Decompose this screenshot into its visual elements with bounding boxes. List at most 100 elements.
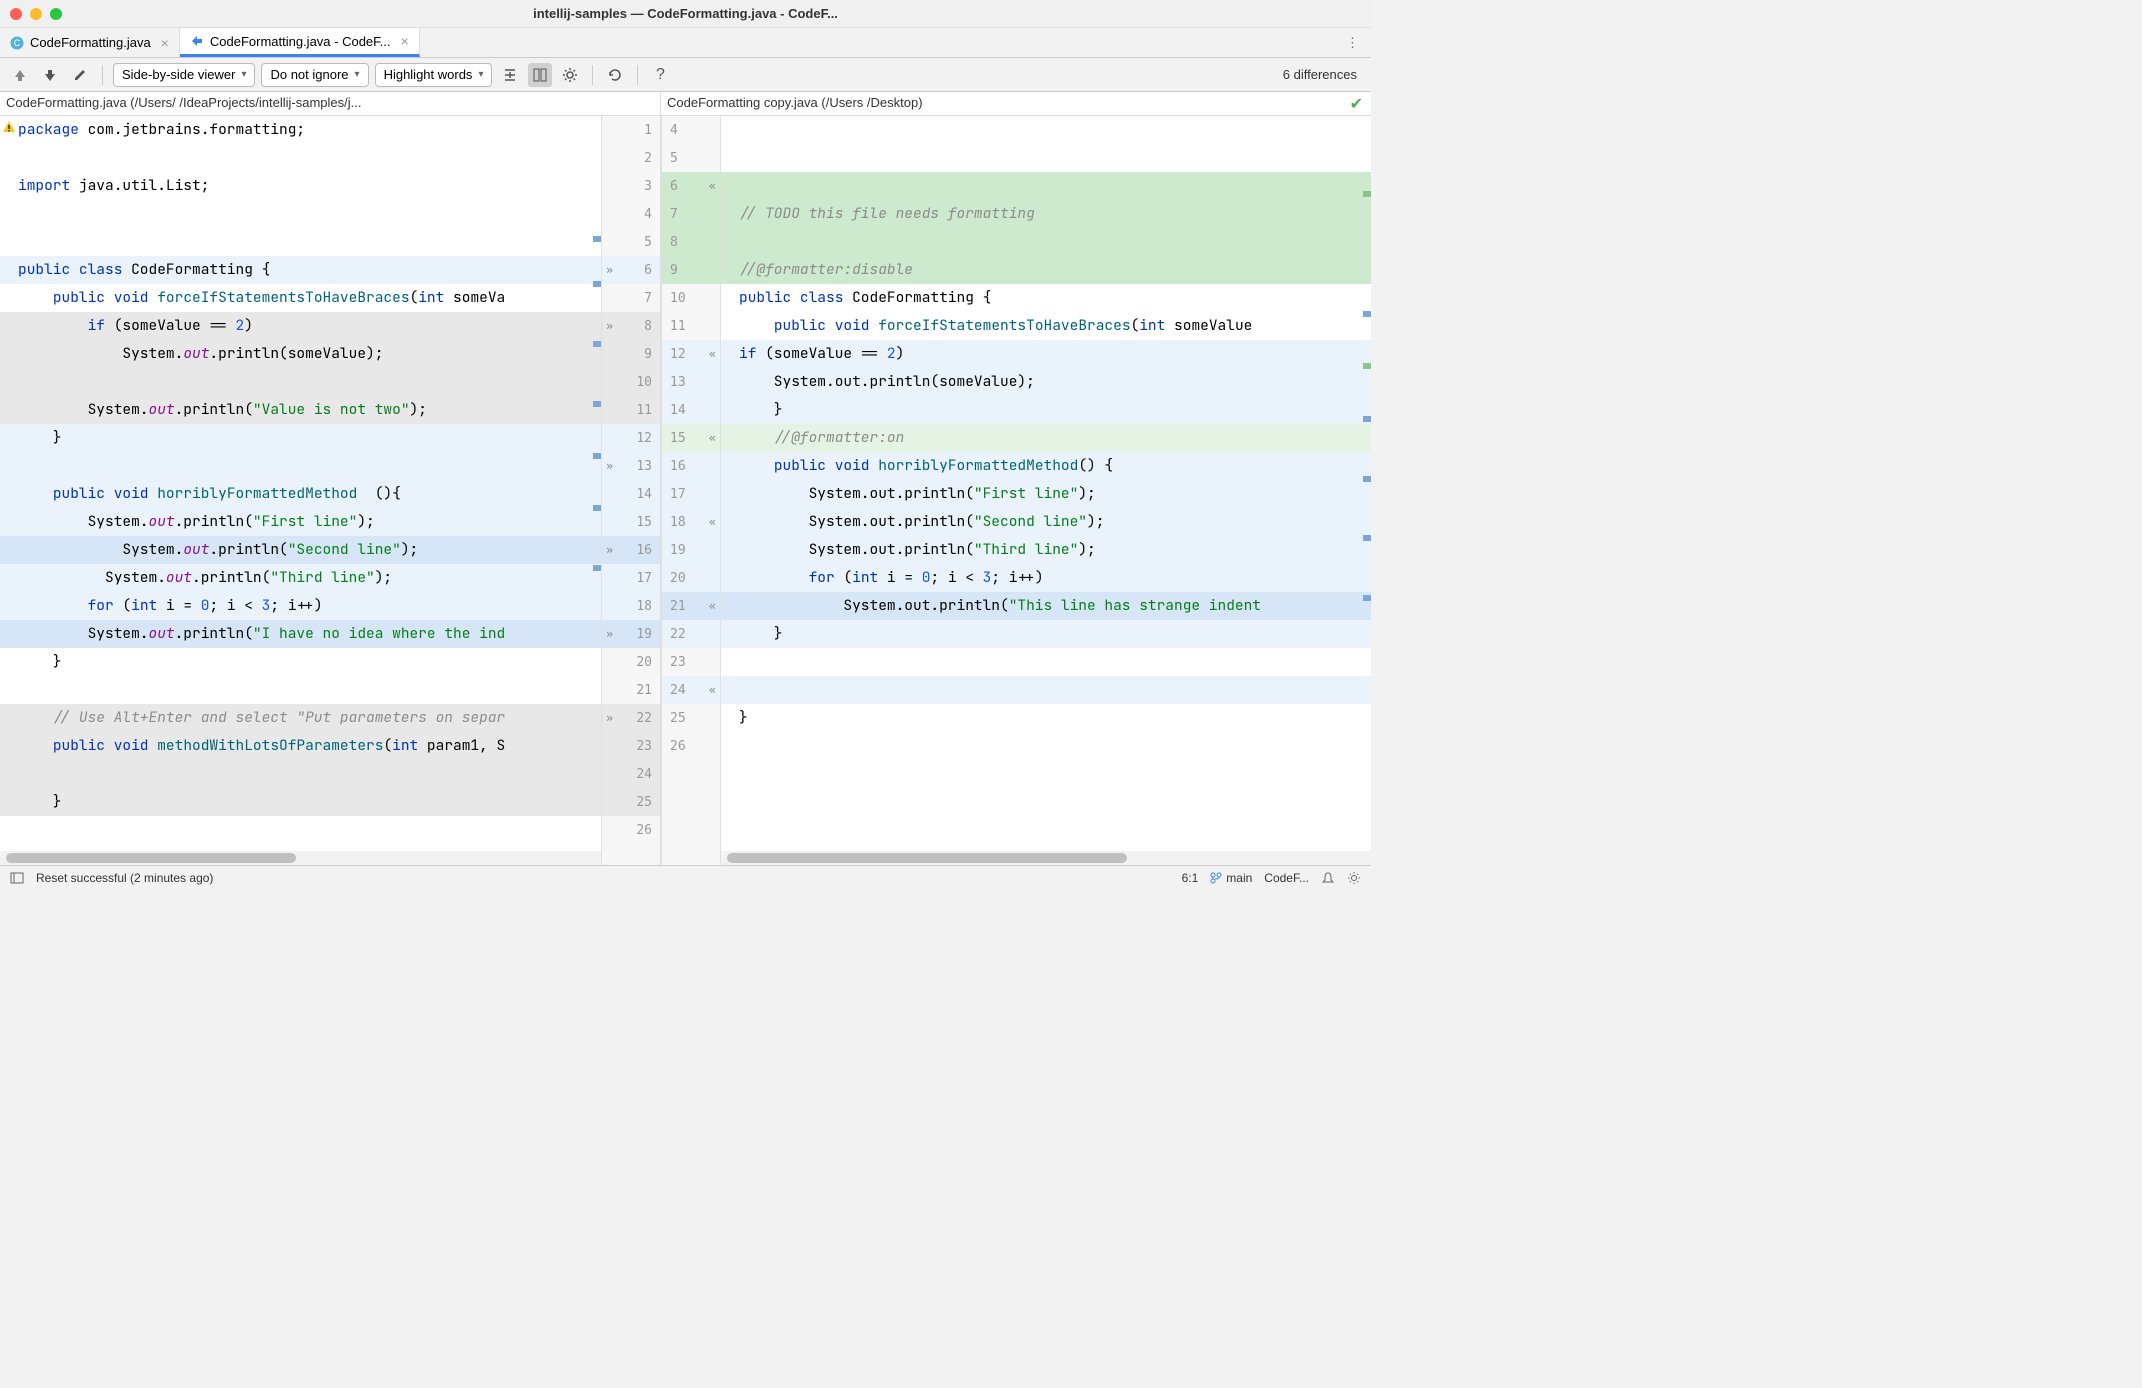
apply-left-icon[interactable]: «	[709, 179, 716, 193]
code-line[interactable]	[0, 144, 601, 172]
code-line[interactable]: public void horriblyFormattedMethod() {	[721, 452, 1371, 480]
code-line[interactable]	[0, 816, 601, 844]
code-line[interactable]	[0, 200, 601, 228]
apply-left-icon[interactable]: «	[709, 683, 716, 697]
apply-left-icon[interactable]: «	[709, 431, 716, 445]
ignore-mode-dropdown[interactable]: Do not ignore ▾	[261, 63, 368, 87]
left-overview-ruler[interactable]	[593, 116, 601, 865]
code-line[interactable]	[721, 732, 1371, 760]
code-line[interactable]: public void horriblyFormattedMethod (){	[0, 480, 601, 508]
close-window-button[interactable]	[10, 8, 22, 20]
collapse-unchanged-button[interactable]	[498, 63, 522, 87]
code-line[interactable]: import java.util.List;	[0, 172, 601, 200]
notifications-button[interactable]	[1321, 871, 1335, 885]
gutter-line: 7	[602, 284, 660, 312]
diff-viewer: package com.jetbrains.formatting; import …	[0, 116, 1371, 865]
code-line[interactable]: System.out.println(someValue);	[721, 368, 1371, 396]
apply-right-icon[interactable]: »	[606, 627, 613, 641]
code-line[interactable]: }	[721, 620, 1371, 648]
code-line[interactable]: System.out.println("I have no idea where…	[0, 620, 601, 648]
code-line[interactable]: public void methodWithLotsOfParameters(i…	[0, 732, 601, 760]
editor-tabs: C CodeFormatting.java × CodeFormatting.j…	[0, 28, 1371, 58]
code-line[interactable]: System.out.println("Value is not two");	[0, 396, 601, 424]
tool-window-button[interactable]	[10, 871, 24, 885]
code-line[interactable]: }	[721, 704, 1371, 732]
code-line[interactable]: //@formatter:disable	[721, 256, 1371, 284]
code-line[interactable]	[0, 452, 601, 480]
edit-button[interactable]	[68, 63, 92, 87]
maximize-window-button[interactable]	[50, 8, 62, 20]
code-line[interactable]: if (someValue == 2)	[0, 312, 601, 340]
code-line[interactable]: if (someValue == 2)	[721, 340, 1371, 368]
minimize-window-button[interactable]	[30, 8, 42, 20]
highlight-mode-dropdown[interactable]: Highlight words ▾	[375, 63, 493, 87]
ide-settings-button[interactable]	[1347, 871, 1361, 885]
apply-left-icon[interactable]: «	[709, 515, 716, 529]
apply-left-icon[interactable]: «	[709, 347, 716, 361]
tab-diff[interactable]: CodeFormatting.java - CodeF... ×	[180, 28, 420, 57]
code-line[interactable]: // TODO this file needs formatting	[721, 200, 1371, 228]
cursor-position[interactable]: 6:1	[1182, 871, 1199, 885]
code-line[interactable]: System.out.println("Third line");	[721, 536, 1371, 564]
code-line[interactable]	[0, 368, 601, 396]
code-line[interactable]	[721, 116, 1371, 144]
right-overview-ruler[interactable]	[1363, 116, 1371, 865]
code-line[interactable]	[0, 676, 601, 704]
code-line[interactable]: System.out.println("First line");	[0, 508, 601, 536]
code-line[interactable]: System.out.println(someValue);	[0, 340, 601, 368]
diff-count-label: 6 differences	[1283, 67, 1363, 82]
code-line[interactable]: }	[0, 788, 601, 816]
help-button[interactable]: ?	[648, 63, 672, 87]
right-horizontal-scrollbar[interactable]	[721, 851, 1371, 865]
code-line[interactable]	[721, 144, 1371, 172]
code-line[interactable]	[721, 172, 1371, 200]
prev-diff-button[interactable]	[8, 63, 32, 87]
settings-button[interactable]	[558, 63, 582, 87]
code-line[interactable]: //@formatter:on	[721, 424, 1371, 452]
git-branch[interactable]: main	[1210, 871, 1252, 885]
code-line[interactable]: }	[0, 648, 601, 676]
left-gutter: 123456»78»910111213»141516»171819»202122…	[601, 116, 661, 865]
code-line[interactable]: for (int i = 0; i < 3; i++)	[0, 592, 601, 620]
code-line[interactable]: public void forceIfStatementsToHaveBrace…	[0, 284, 601, 312]
apply-right-icon[interactable]: »	[606, 543, 613, 557]
left-editor-pane[interactable]: package com.jetbrains.formatting; import …	[0, 116, 601, 865]
close-tab-icon[interactable]: ×	[161, 35, 169, 51]
apply-left-icon[interactable]: «	[709, 599, 716, 613]
refresh-icon	[607, 67, 623, 83]
status-codef[interactable]: CodeF...	[1264, 871, 1309, 885]
code-line[interactable]	[721, 228, 1371, 256]
right-editor-pane[interactable]: // TODO this file needs formatting //@for…	[721, 116, 1371, 865]
code-line[interactable]: System.out.println("Second line");	[0, 536, 601, 564]
code-line[interactable]: for (int i = 0; i < 3; i++)	[721, 564, 1371, 592]
code-line[interactable]	[0, 760, 601, 788]
code-line[interactable]: System.out.println("Third line");	[0, 564, 601, 592]
apply-right-icon[interactable]: »	[606, 319, 613, 333]
code-line[interactable]: System.out.println("First line");	[721, 480, 1371, 508]
apply-right-icon[interactable]: »	[606, 263, 613, 277]
code-line[interactable]	[721, 648, 1371, 676]
sync-scroll-button[interactable]	[528, 63, 552, 87]
code-line[interactable]: package com.jetbrains.formatting;	[0, 116, 601, 144]
code-line[interactable]	[721, 676, 1371, 704]
code-line[interactable]: public class CodeFormatting {	[0, 256, 601, 284]
code-line[interactable]: }	[721, 396, 1371, 424]
next-diff-button[interactable]	[38, 63, 62, 87]
code-line[interactable]	[0, 228, 601, 256]
tab-code-formatting[interactable]: C CodeFormatting.java ×	[0, 28, 180, 57]
refresh-button[interactable]	[603, 63, 627, 87]
code-line[interactable]: public void forceIfStatementsToHaveBrace…	[721, 312, 1371, 340]
close-tab-icon[interactable]: ×	[401, 33, 409, 49]
code-line[interactable]: System.out.println("Second line");	[721, 508, 1371, 536]
gutter-line: 5	[602, 228, 660, 256]
viewer-mode-dropdown[interactable]: Side-by-side viewer ▾	[113, 63, 255, 87]
apply-right-icon[interactable]: »	[606, 711, 613, 725]
apply-right-icon[interactable]: »	[606, 459, 613, 473]
code-line[interactable]: public class CodeFormatting {	[721, 284, 1371, 312]
gear-icon	[562, 67, 578, 83]
code-line[interactable]: }	[0, 424, 601, 452]
code-line[interactable]: // Use Alt+Enter and select "Put paramet…	[0, 704, 601, 732]
tabs-menu-button[interactable]: ⋮	[1334, 28, 1371, 57]
left-horizontal-scrollbar[interactable]	[0, 851, 601, 865]
code-line[interactable]: System.out.println("This line has strang…	[721, 592, 1371, 620]
